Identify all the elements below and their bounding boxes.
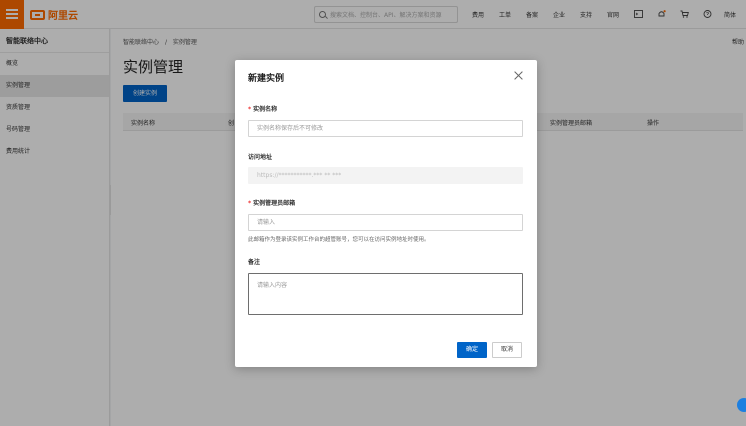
confirm-button[interactable]: 确定: [457, 342, 487, 358]
admin-email-label: * 实例管理员邮箱: [248, 198, 295, 207]
access-url-field: https://***********.*** ** ***: [248, 167, 523, 184]
remark-textarea[interactable]: 请输入内容: [248, 273, 523, 315]
create-instance-dialog: 新建实例 * 实例名称 实例名称保存后不可修改 访问地址 https://****…: [235, 60, 537, 367]
instance-name-input[interactable]: 实例名称保存后不可修改: [248, 120, 523, 137]
required-mark: *: [248, 200, 252, 207]
access-url-label: 访问地址: [248, 154, 273, 161]
required-mark: *: [248, 106, 252, 113]
admin-email-input[interactable]: 请输入: [248, 214, 523, 231]
admin-email-hint: 此邮箱作为登录该实例工作台的超管账号，您可以在访问实例地址时使用。: [248, 237, 430, 243]
cancel-button[interactable]: 取消: [492, 342, 522, 358]
remark-label: 备注: [248, 259, 261, 266]
floating-assistant-button[interactable]: [737, 398, 746, 412]
instance-name-label-text: 实例名称: [253, 106, 278, 113]
dialog-title: 新建实例: [248, 74, 285, 84]
close-icon[interactable]: [514, 71, 523, 80]
admin-email-label-text: 实例管理员邮箱: [253, 200, 296, 207]
instance-name-label: * 实例名称: [248, 104, 277, 113]
